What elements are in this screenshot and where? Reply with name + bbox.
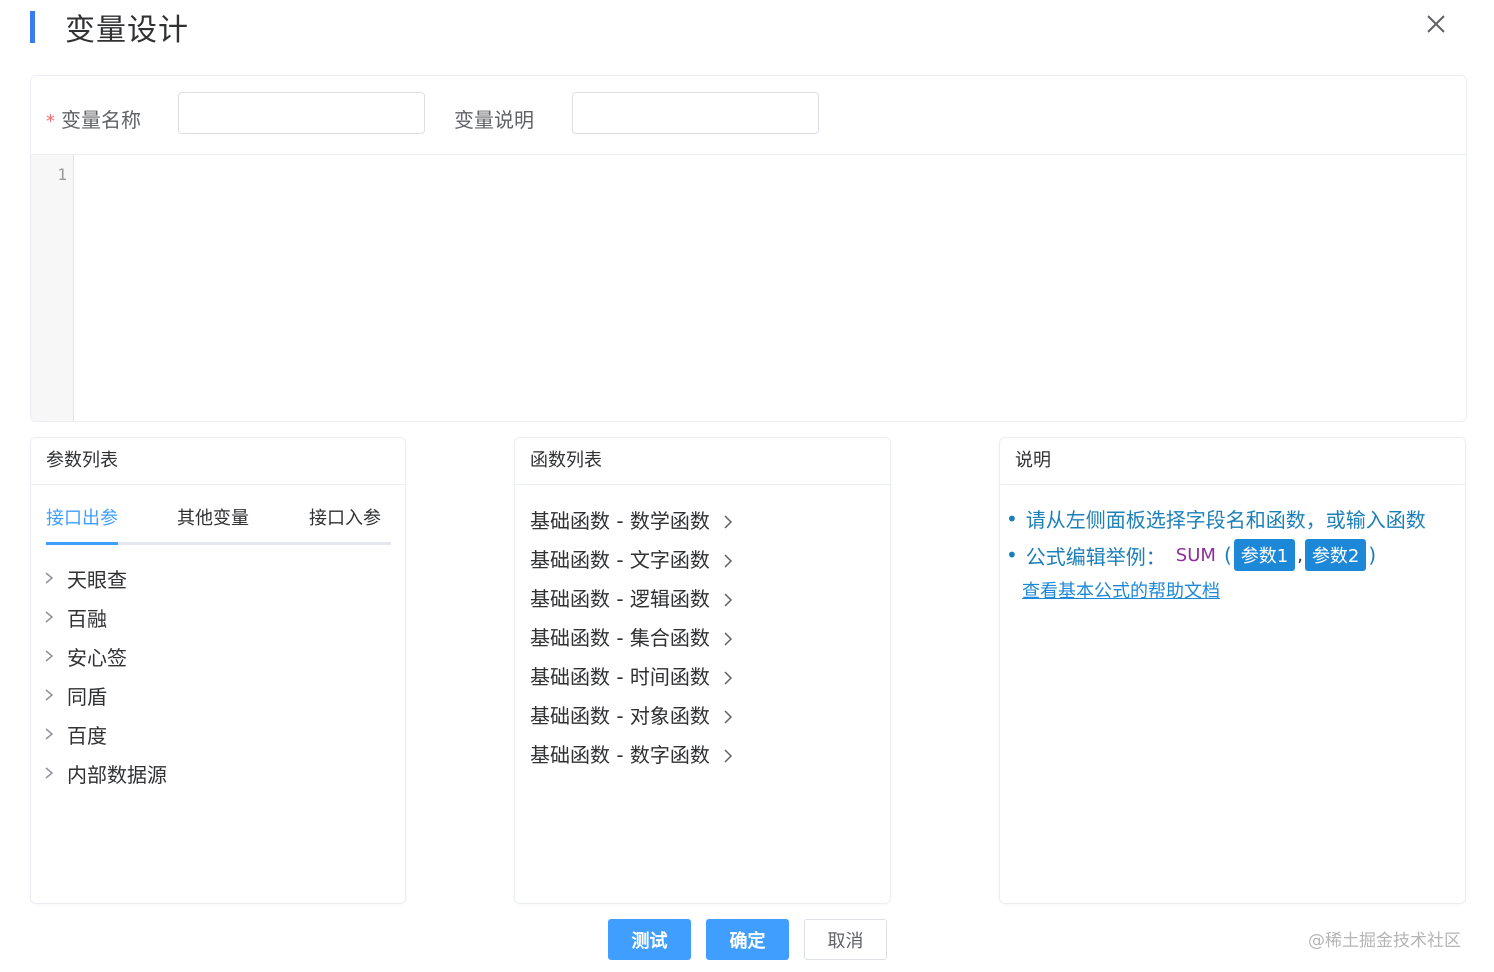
params-tabs: 接口出参 其他变量 接口入参 [46, 498, 391, 545]
params-panel: 参数列表 接口出参 其他变量 接口入参 天眼查 百融 安心签 同盾 百度 内部数… [30, 437, 406, 904]
example-label: 公式编辑举例： [1025, 544, 1166, 569]
title-accent-bar [30, 11, 35, 43]
function-category-label: 基础函数 - 文字函数 [530, 547, 710, 572]
function-category-label: 基础函数 - 数字函数 [530, 742, 710, 767]
function-category-logic[interactable]: 基础函数 - 逻辑函数 [530, 582, 734, 612]
chevron-right-icon [45, 572, 54, 584]
tree-item-label: 内部数据源 [67, 762, 167, 787]
function-category-time[interactable]: 基础函数 - 时间函数 [530, 660, 734, 690]
function-category-label: 基础函数 - 时间函数 [530, 664, 710, 689]
tree-item-label: 天眼查 [67, 567, 127, 592]
tab-interface-input[interactable]: 接口入参 [309, 504, 381, 530]
tree-item-label: 百度 [67, 723, 107, 748]
params-panel-title: 参数列表 [31, 438, 405, 485]
tab-interface-output[interactable]: 接口出参 [46, 504, 118, 530]
hint-text: 请从左侧面板选择字段名和函数，或输入函数 [1025, 508, 1426, 532]
param-tag: 参数2 [1304, 539, 1367, 571]
tree-item-bairong[interactable]: 百融 [43, 603, 107, 631]
test-button[interactable]: 测试 [608, 919, 691, 960]
function-category-label: 基础函数 - 逻辑函数 [530, 586, 710, 611]
chevron-right-icon [724, 671, 732, 685]
tree-item-label: 百融 [67, 606, 107, 631]
chevron-right-icon [45, 689, 54, 701]
bullet: • [1006, 543, 1018, 567]
variable-name-input[interactable] [178, 92, 425, 134]
chevron-right-icon [45, 767, 54, 779]
chevron-right-icon [724, 632, 732, 646]
chevron-right-icon [724, 554, 732, 568]
description-panel: 说明 • 请从左侧面板选择字段名和函数，或输入函数 • 公式编辑举例： SUM … [999, 437, 1466, 904]
tree-item-label: 同盾 [67, 684, 107, 709]
chevron-right-icon [45, 728, 54, 740]
chevron-right-icon [724, 515, 732, 529]
functions-panel-title: 函数列表 [515, 438, 890, 485]
chevron-right-icon [45, 650, 54, 662]
required-mark: * [46, 111, 55, 132]
tree-item-internal-datasource[interactable]: 内部数据源 [43, 759, 167, 787]
function-category-collection[interactable]: 基础函数 - 集合函数 [530, 621, 734, 651]
dialog-title: 变量设计 [65, 13, 189, 48]
function-category-number[interactable]: 基础函数 - 数字函数 [530, 738, 734, 768]
line-number: 1 [57, 165, 67, 184]
close-button[interactable] [1422, 10, 1450, 38]
formula-example: • 公式编辑举例： SUM ( 参数1 , 参数2 ) [1006, 539, 1378, 571]
code-input-area[interactable] [75, 155, 1466, 421]
tree-item-label: 安心签 [67, 645, 127, 670]
function-category-object[interactable]: 基础函数 - 对象函数 [530, 699, 734, 729]
formula-code-editor: 1 [31, 155, 1466, 421]
close-icon[interactable] [1422, 10, 1450, 38]
tabs-active-indicator [46, 542, 118, 545]
comma: , [1297, 544, 1303, 566]
chevron-right-icon [724, 749, 732, 763]
tab-other-variables[interactable]: 其他变量 [177, 504, 249, 530]
function-category-text[interactable]: 基础函数 - 文字函数 [530, 543, 734, 573]
chevron-right-icon [45, 611, 54, 623]
formula-help-link[interactable]: 查看基本公式的帮助文档 [1022, 577, 1220, 603]
variable-form-row: * 变量名称 变量说明 [31, 76, 1466, 155]
function-category-label: 基础函数 - 数学函数 [530, 508, 710, 533]
functions-panel: 函数列表 基础函数 - 数学函数 基础函数 - 文字函数 基础函数 - 逻辑函数… [514, 437, 891, 904]
chevron-right-icon [724, 593, 732, 607]
paren-close: ) [1368, 543, 1377, 567]
variable-name-label: * 变量名称 [46, 104, 141, 133]
variable-desc-label: 变量说明 [454, 108, 534, 132]
function-category-label: 基础函数 - 集合函数 [530, 625, 710, 650]
param-tag: 参数1 [1233, 539, 1296, 571]
variable-name-label-text: 变量名称 [61, 108, 141, 132]
tree-item-tongdun[interactable]: 同盾 [43, 681, 107, 709]
chevron-right-icon [724, 710, 732, 724]
function-category-math[interactable]: 基础函数 - 数学函数 [530, 504, 734, 534]
bullet: • [1006, 506, 1018, 531]
tree-item-baidu[interactable]: 百度 [43, 720, 107, 748]
watermark: @稀土掘金技术社区 [1308, 931, 1461, 951]
paren-open: ( [1223, 543, 1232, 567]
example-function-name: SUM [1175, 544, 1216, 566]
variable-editor-card: * 变量名称 变量说明 1 [30, 75, 1467, 422]
description-panel-title: 说明 [1000, 438, 1465, 485]
description-hint: • 请从左侧面板选择字段名和函数，或输入函数 [1006, 504, 1426, 533]
dialog-header: 变量设计 [30, 10, 189, 48]
line-number-gutter: 1 [31, 155, 74, 421]
variable-desc-input[interactable] [572, 92, 819, 134]
confirm-button[interactable]: 确定 [706, 919, 789, 960]
function-category-label: 基础函数 - 对象函数 [530, 703, 710, 728]
tree-item-tianyancha[interactable]: 天眼查 [43, 564, 127, 592]
tree-item-anxinqian[interactable]: 安心签 [43, 642, 127, 670]
cancel-button[interactable]: 取消 [804, 919, 887, 960]
